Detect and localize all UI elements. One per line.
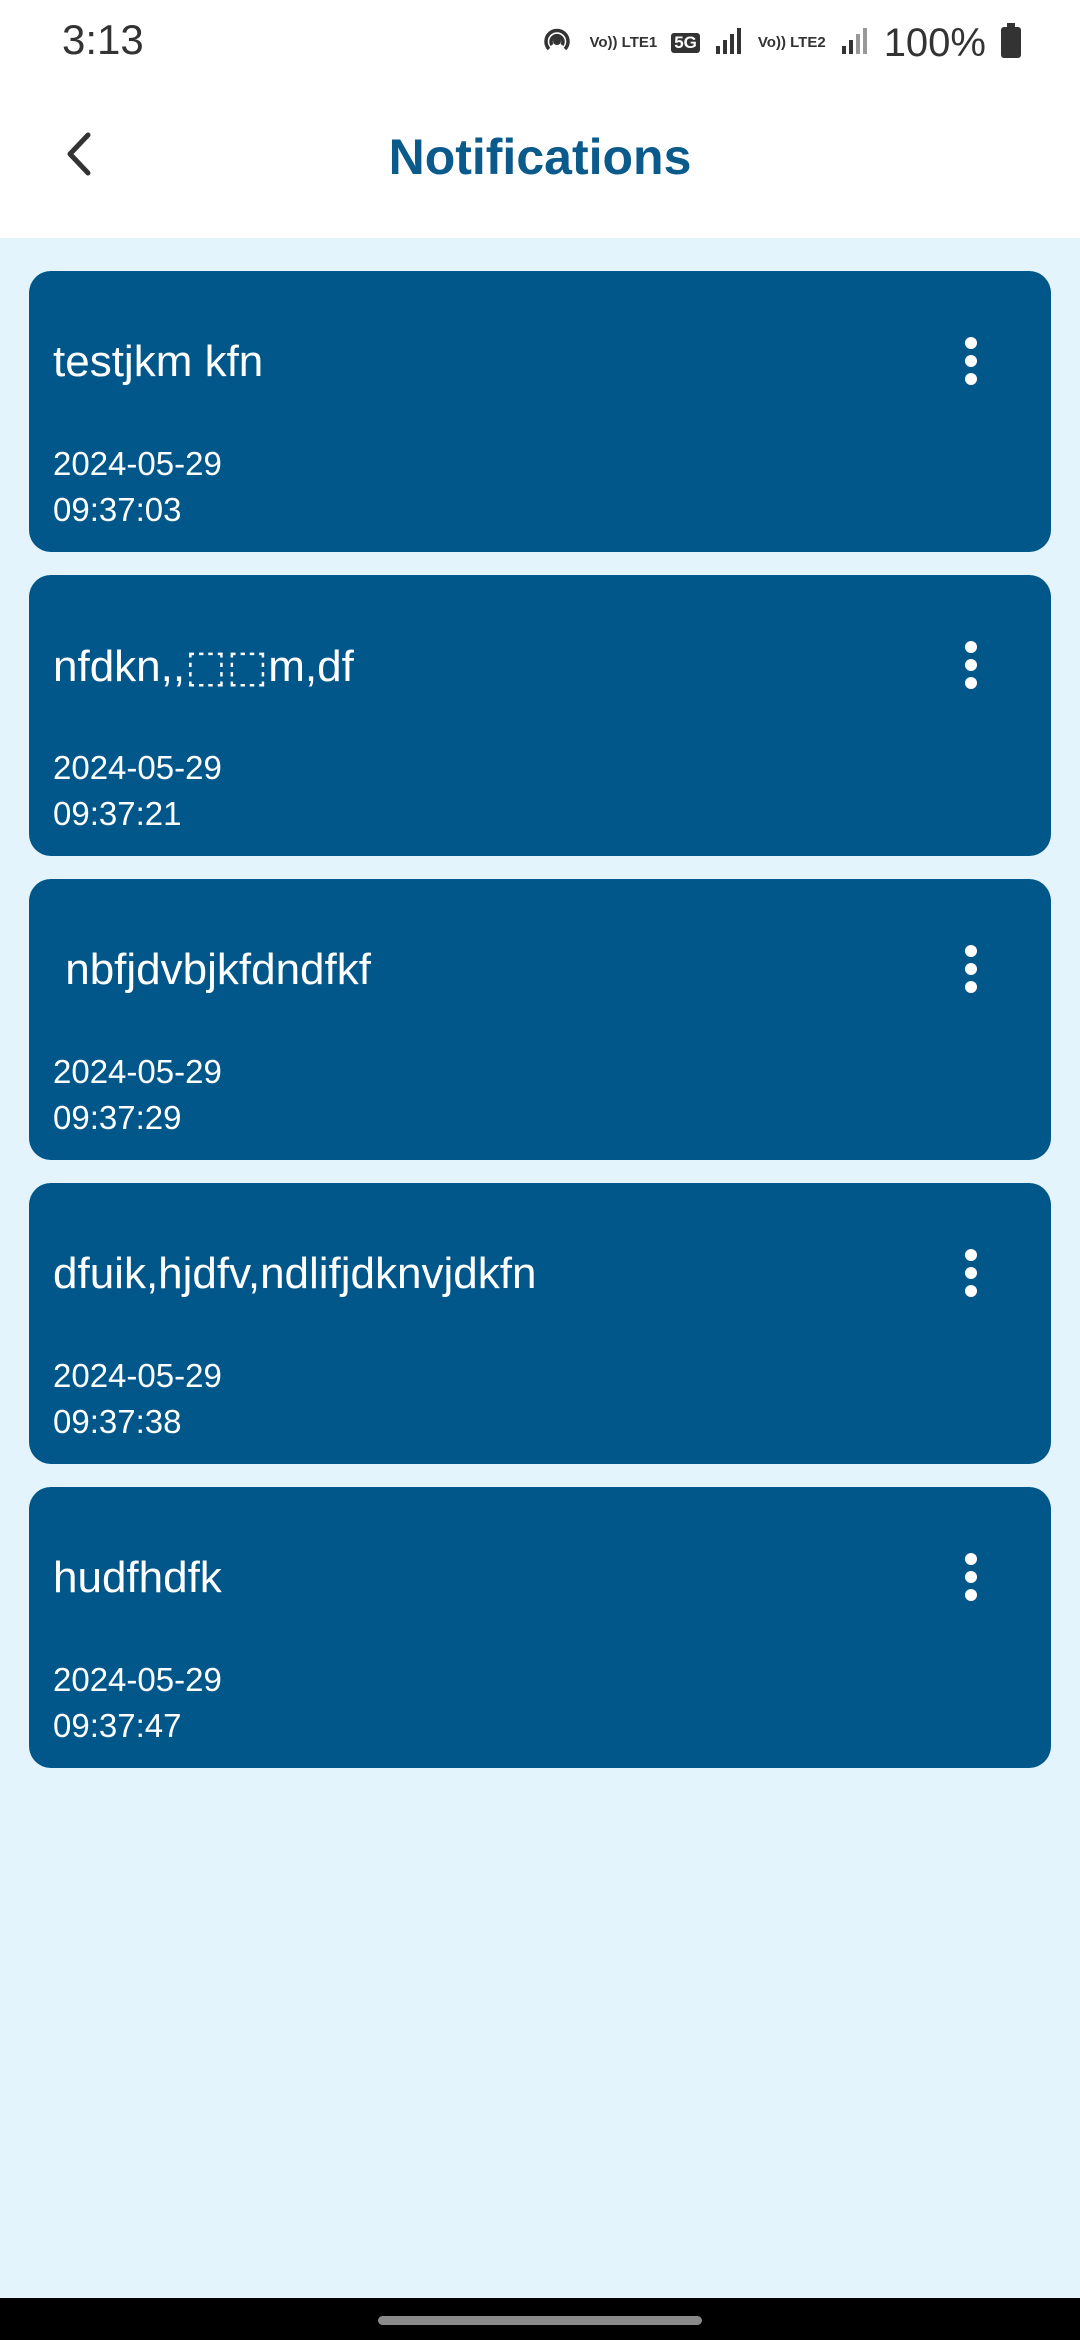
status-time: 3:13: [62, 16, 144, 63]
notification-title: testjkm kfn: [53, 337, 264, 386]
more-vert-icon: [965, 1553, 977, 1601]
notification-time: 09:37:38: [53, 1403, 182, 1440]
notification-title: hudfhdfk: [53, 1553, 222, 1602]
notification-time: 09:37:47: [53, 1707, 182, 1744]
notification-date: 2024-05-29: [53, 749, 222, 786]
system-nav-bar: [0, 2298, 1080, 2340]
hotspot-icon: [539, 23, 575, 64]
notification-card[interactable]: hudfhdfk 2024-05-29 09:37:47: [29, 1487, 1051, 1768]
notification-date: 2024-05-29: [53, 445, 222, 482]
notification-date: 2024-05-29: [53, 1053, 222, 1090]
network-lte1: Vo)) LTE1: [589, 34, 658, 51]
notification-date: 2024-05-29: [53, 1357, 222, 1394]
more-options-button[interactable]: [951, 331, 991, 391]
battery-icon: [1000, 22, 1022, 64]
notification-card[interactable]: testjkm kfn 2024-05-29 09:37:03: [29, 271, 1051, 552]
more-options-button[interactable]: [951, 939, 991, 999]
more-vert-icon: [965, 641, 977, 689]
notification-card[interactable]: nbfjdvbjkfdndfkf 2024-05-29 09:37:29: [29, 879, 1051, 1160]
notification-date: 2024-05-29: [53, 1661, 222, 1698]
notification-title: dfuik,hjdfv,ndlifjdknvjdkfn: [53, 1249, 537, 1298]
more-options-button[interactable]: [951, 1547, 991, 1607]
status-icons: Vo)) LTE1 5G Vo)) LTE2 100%: [539, 18, 1022, 68]
notification-time: 09:37:03: [53, 491, 182, 528]
more-vert-icon: [965, 1249, 977, 1297]
notification-title: nbfjdvbjkfdndfkf: [53, 945, 371, 994]
signal-icon: [714, 26, 744, 61]
network-lte2: Vo)) LTE2: [757, 34, 826, 51]
status-bar: 3:13 Vo)) LTE1 5G Vo)) LTE2 100%: [0, 0, 1080, 86]
page-title: Notifications: [388, 129, 692, 185]
home-indicator[interactable]: [378, 2316, 702, 2325]
notification-time: 09:37:29: [53, 1099, 182, 1136]
battery-percent: 100%: [883, 20, 986, 65]
more-options-button[interactable]: [951, 1243, 991, 1303]
notification-list: testjkm kfn 2024-05-29 09:37:03 nfdkn,,⬚…: [29, 271, 1051, 1791]
signal-icon: [840, 26, 870, 61]
notification-title: nfdkn,,⬚⬚m,df: [53, 642, 354, 691]
app-header: Notifications: [0, 86, 1080, 238]
network-5g: 5G: [671, 33, 700, 53]
more-vert-icon: [965, 337, 977, 385]
notification-card[interactable]: nfdkn,,⬚⬚m,df 2024-05-29 09:37:21: [29, 575, 1051, 856]
more-options-button[interactable]: [951, 635, 991, 695]
more-vert-icon: [965, 945, 977, 993]
notification-time: 09:37:21: [53, 795, 182, 832]
notification-card[interactable]: dfuik,hjdfv,ndlifjdknvjdkfn 2024-05-29 0…: [29, 1183, 1051, 1464]
